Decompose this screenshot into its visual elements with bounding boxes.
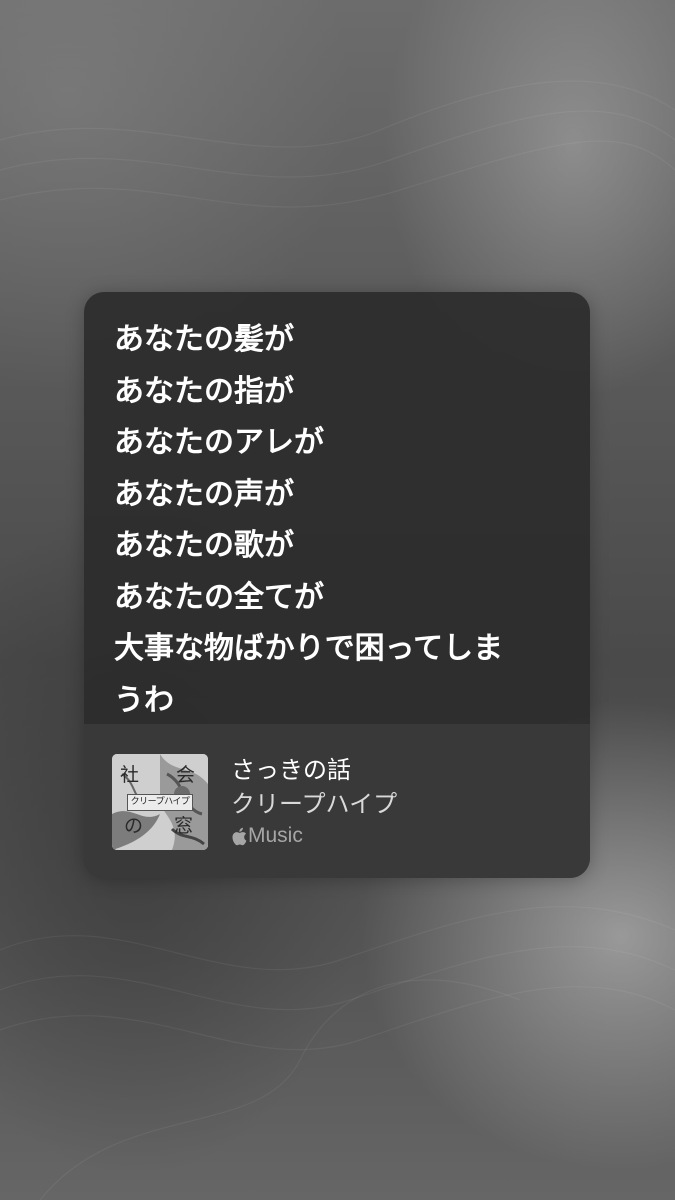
artwork-char: 社 — [120, 764, 140, 786]
lyric-line: うわ — [114, 682, 174, 718]
lyrics-block: あなたの髪が あなたの指が あなたのアレが あなたの声が あなたの歌が あなたの… — [114, 314, 570, 726]
apple-logo-icon — [231, 827, 247, 846]
lyric-line: 大事な物ばかりで困ってしま — [114, 631, 504, 666]
album-artwork[interactable]: 社 会 の 窓 クリープハイプ — [112, 754, 208, 850]
artwork-char: 窓 — [174, 815, 194, 837]
artwork-char: 会 — [176, 764, 196, 786]
lyric-line: あなたのアレが — [114, 425, 324, 460]
lyric-line: あなたの全てが — [114, 579, 324, 615]
lyric-line: あなたの歌が — [114, 528, 294, 563]
apple-music-badge[interactable]: Music — [231, 823, 303, 849]
song-info-footer[interactable]: 社 会 の 窓 クリープハイプ さっきの話 クリープハイプ Music — [84, 724, 590, 878]
song-title: さっきの話 — [231, 756, 351, 784]
lyric-line: あなたの髪が — [114, 322, 294, 357]
lyric-line: あなたの指が — [114, 373, 294, 409]
artwork-label: クリープハイプ — [127, 794, 193, 811]
artwork-char: の — [124, 815, 144, 837]
lyric-line: あなたの声が — [114, 476, 294, 512]
service-label: Music — [248, 824, 303, 847]
artist-name: クリープハイプ — [231, 790, 398, 818]
lyrics-share-card[interactable]: あなたの髪が あなたの指が あなたのアレが あなたの声が あなたの歌が あなたの… — [84, 292, 590, 878]
